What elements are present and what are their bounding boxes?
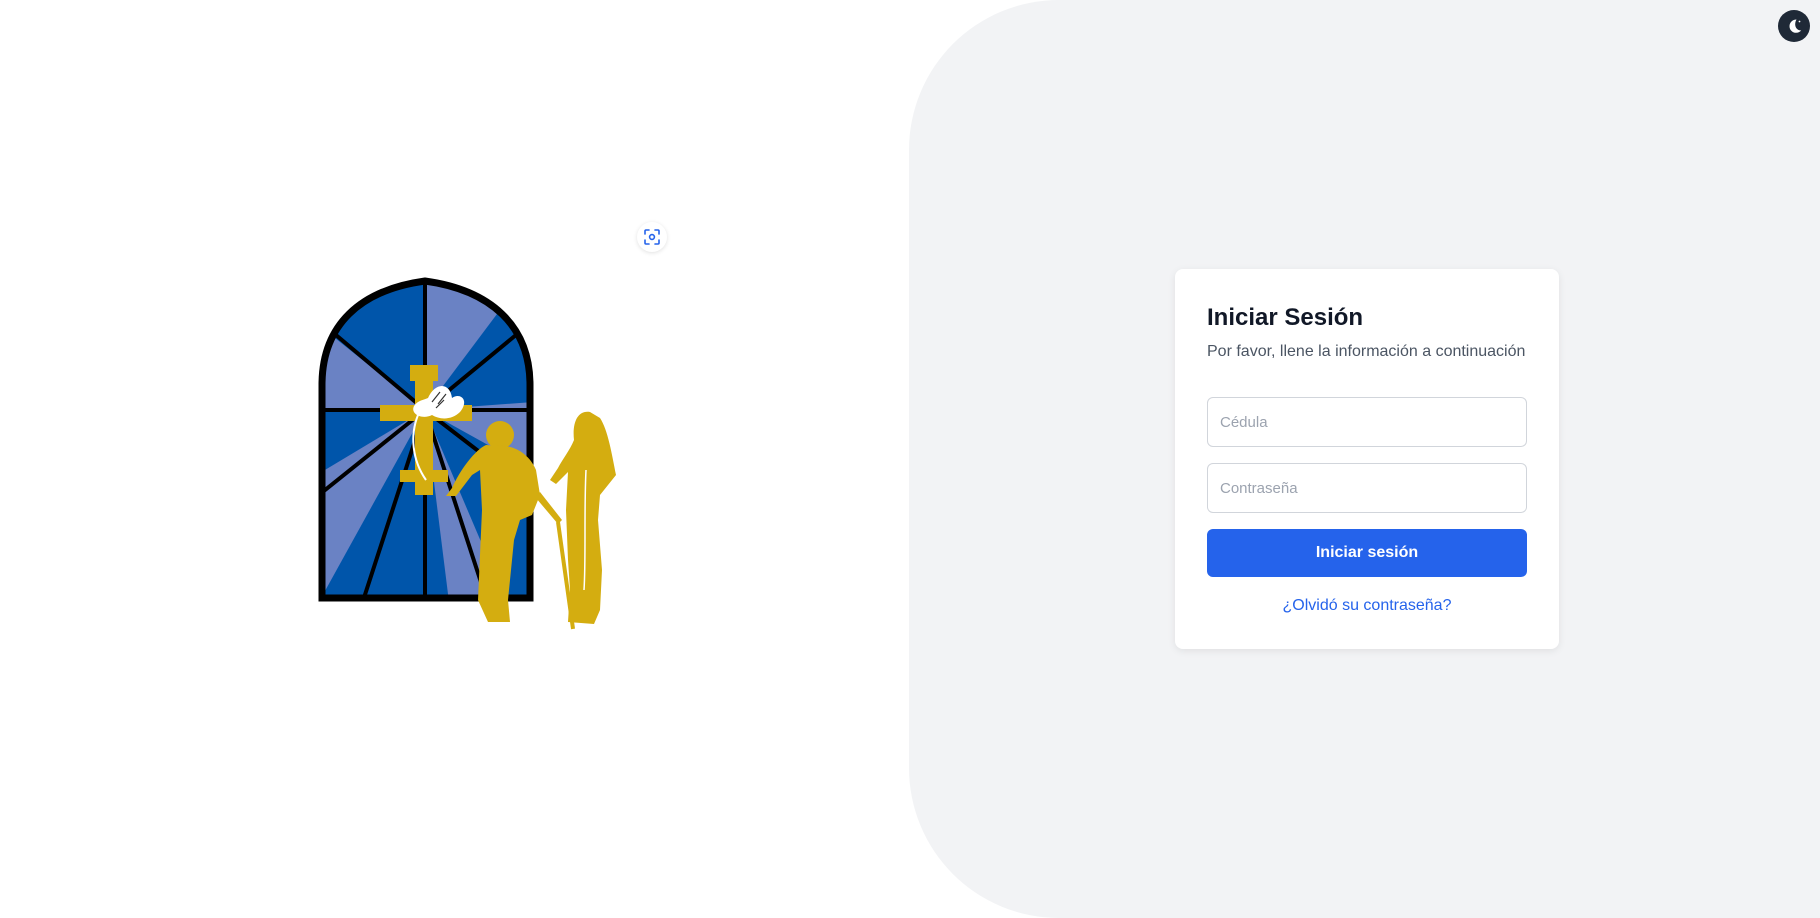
capture-button[interactable]	[637, 222, 667, 252]
login-button[interactable]: Iniciar sesión	[1207, 529, 1527, 577]
forgot-password-link[interactable]: ¿Olvidó su contraseña?	[1207, 597, 1527, 615]
login-page: Iniciar Sesión Por favor, llene la infor…	[0, 0, 1820, 918]
moon-icon	[1789, 19, 1802, 33]
login-subtitle: Por favor, llene la información a contin…	[1207, 343, 1526, 360]
logo	[318, 277, 616, 630]
password-input[interactable]	[1207, 463, 1527, 513]
cedula-input[interactable]	[1207, 397, 1527, 447]
theme-toggle-button[interactable]	[1778, 10, 1810, 42]
branding-panel	[0, 0, 910, 918]
login-title: Iniciar Sesión	[1207, 304, 1364, 331]
scan-icon	[644, 229, 660, 245]
login-card: Iniciar Sesión Por favor, llene la infor…	[1175, 269, 1559, 649]
